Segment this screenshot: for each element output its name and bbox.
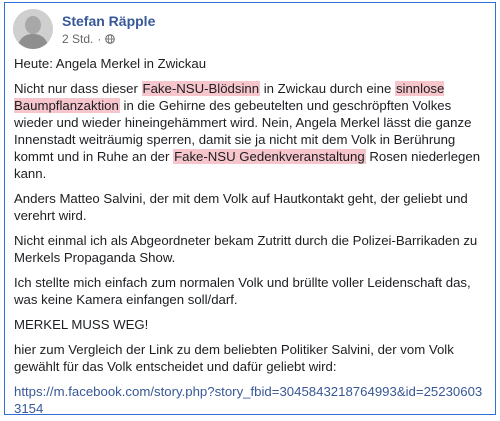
post-paragraph-3: Anders Matteo Salvini, der mit dem Volk …: [14, 191, 468, 223]
post-paragraph-1: Heute: Angela Merkel in Zwickau: [14, 56, 207, 71]
post-link-paragraph: https://m.facebook.com/story.php?story_f…: [14, 383, 487, 414]
post-meta: Stefan Räpple 2 Std. ·: [62, 12, 155, 47]
highlight-gedenkveranstaltung: Fake-NSU Gedenkveranstaltung: [173, 149, 366, 164]
globe-icon: [105, 33, 116, 44]
paragraph-text: Nicht nur dass dieser: [14, 81, 142, 96]
paragraph-text: in Zwickau durch eine: [260, 81, 395, 96]
separator-dot: ·: [97, 31, 102, 46]
post-paragraph-4: Nicht einmal ich als Abgeordneter bekam …: [14, 233, 478, 265]
post-paragraph-7: hier zum Vergleich der Link zu dem belie…: [14, 342, 454, 374]
post-header: Stefan Räpple 2 Std. ·: [13, 9, 155, 49]
facebook-post: Stefan Räpple 2 Std. · Heute: Angela Mer…: [4, 2, 496, 415]
author-name[interactable]: Stefan Räpple: [62, 12, 155, 30]
highlight-fake-nsu: Fake-NSU-Blödsinn: [141, 81, 261, 96]
story-link[interactable]: https://m.facebook.com/story.php?story_f…: [14, 384, 482, 414]
post-timestamp[interactable]: 2 Std.: [62, 31, 93, 47]
post-paragraph-6: MERKEL MUSS WEG!: [14, 317, 149, 332]
post-body: Heute: Angela Merkel in Zwickau Nicht nu…: [14, 55, 487, 414]
post-subline: 2 Std. ·: [62, 31, 155, 47]
post-paragraph-2: Nicht nur dass dieser Fake-NSU-Blödsinn …: [14, 80, 487, 182]
avatar[interactable]: [13, 9, 53, 49]
post-paragraph-5: Ich stellte mich einfach zum normalen Vo…: [14, 275, 471, 307]
